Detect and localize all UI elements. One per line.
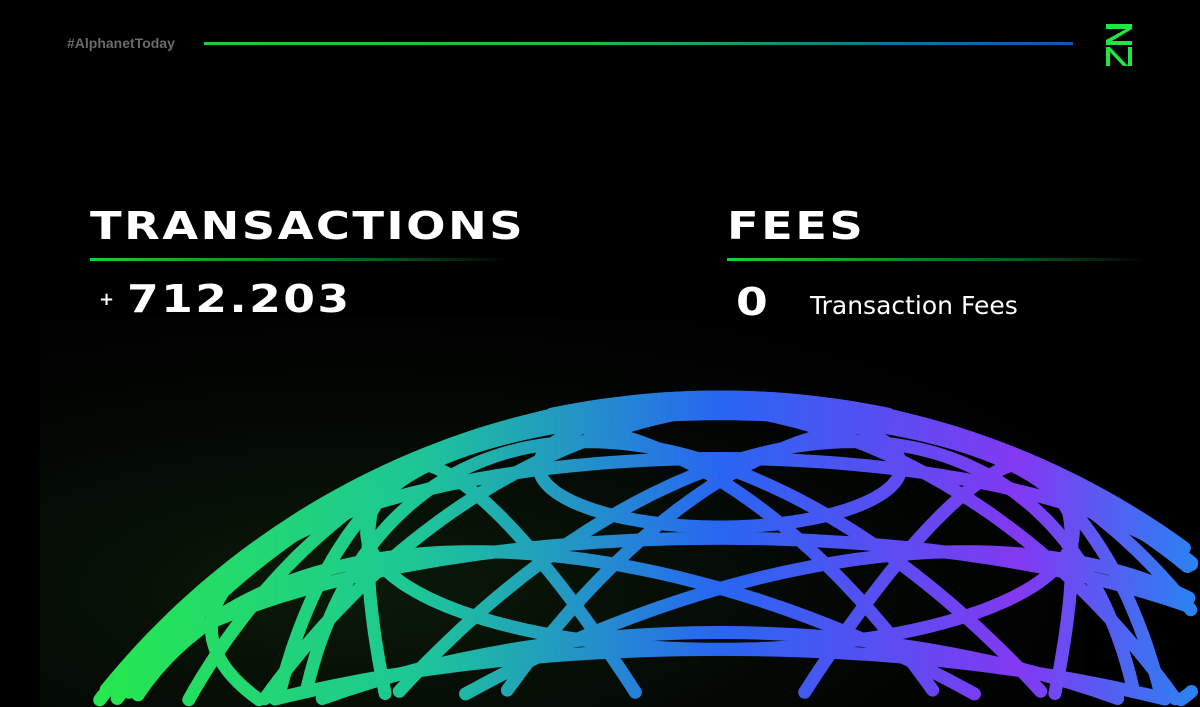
- wireframe-sphere-image: [93, 390, 1199, 707]
- transactions-underline: [90, 258, 510, 261]
- transactions-value: 712.203: [127, 277, 352, 321]
- fees-underline: [727, 258, 1147, 261]
- fees-value: 0: [736, 280, 771, 324]
- transactions-title: TRANSACTIONS: [90, 204, 526, 248]
- transactions-prefix: +: [99, 289, 115, 310]
- fees-label: Transaction Fees: [810, 291, 1018, 320]
- fees-title: FEES: [727, 204, 866, 248]
